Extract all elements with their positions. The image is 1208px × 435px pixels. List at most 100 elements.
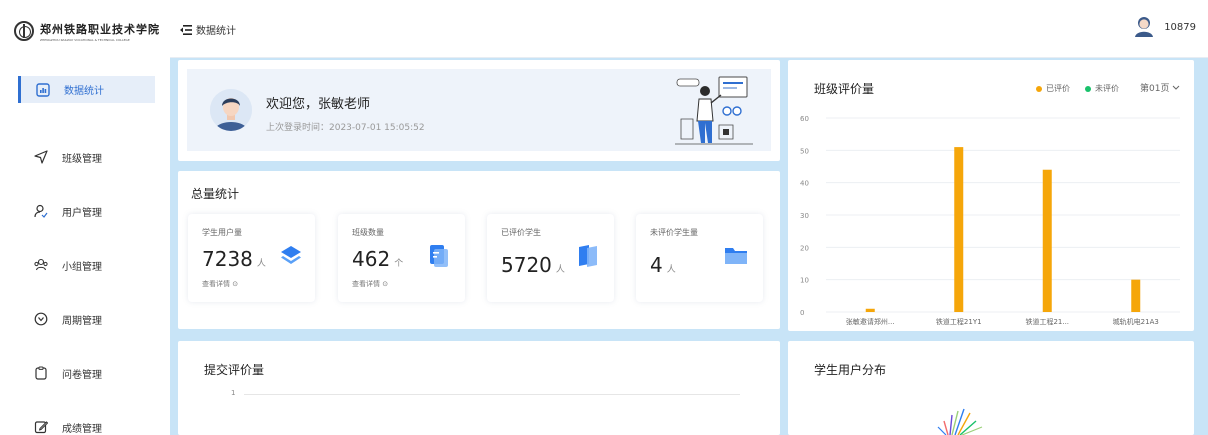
user-menu[interactable]: 10879: [1134, 16, 1196, 38]
sidebar-item-label: 成绩管理: [62, 423, 102, 435]
class-evaluation-card: 班级评价量 已评价 未评价 第01页 0 10 20 30 40 50 60 张敏邀请郑州..…: [788, 60, 1194, 331]
school-name: 郑州铁路职业技术学院: [40, 22, 160, 36]
stat-unit: 人: [666, 265, 676, 275]
bar: [1131, 279, 1141, 312]
class-chart-title: 班级评价量: [814, 82, 875, 96]
class-evaluation-chart: 0 10 20 30 40 50 60 张敏邀请郑州... 铁道工程21Y1 铁道工程21... 城…: [800, 115, 1180, 326]
last-login-time: 上次登录时间：2023-07-01 15:05:52: [266, 123, 425, 133]
y-tick-label: 10: [800, 277, 809, 285]
totals-title: 总量统计: [191, 187, 240, 201]
school-name-en: ZHENGZHOU RAILWAY VOCATIONAL & TECHNICAL…: [40, 37, 130, 42]
sidebar-item-label: 周期管理: [62, 315, 102, 327]
bar: [954, 147, 964, 312]
distribution-graphic: [937, 408, 983, 435]
stat-unit: 个: [394, 259, 404, 269]
legend-label: 已评价: [1046, 84, 1070, 93]
page-select-value: 第01页: [1140, 84, 1170, 94]
sidebar-item-label: 数据统计: [64, 86, 104, 97]
menu-fold-icon[interactable]: [180, 24, 192, 35]
stat-number: 5720: [501, 253, 552, 277]
view-details-link[interactable]: 查看详情 ⊙: [352, 279, 388, 289]
sidebar-item-grades[interactable]: 成绩管理: [18, 400, 155, 435]
folder-icon: [725, 248, 747, 264]
y-tick-label: 0: [800, 309, 804, 317]
sidebar-item-data-stats[interactable]: 数据统计: [18, 76, 155, 103]
group-icon: [34, 258, 48, 272]
sidebar-item-user[interactable]: 用户管理: [18, 184, 155, 238]
stat-card-rated: 已评价学生 5720 人: [487, 214, 614, 302]
book-icon: [579, 245, 597, 267]
stat-value: 4人: [650, 253, 676, 277]
dashboard-illustration: [675, 76, 753, 145]
username: 10879: [1164, 21, 1196, 33]
user-icon: [34, 204, 48, 218]
stat-label: 班级数量: [352, 228, 384, 237]
sidebar-menu: 数据统计 班级管理 用户管理 小组管理 周期管理 问卷管理 成绩管理: [18, 76, 155, 435]
y-tick-label: 50: [800, 147, 809, 155]
y-tick-label: 60: [800, 115, 809, 123]
legend-dot: [1036, 85, 1042, 92]
avatar[interactable]: [1134, 16, 1154, 38]
stat-card-unrated: 未评价学生量 4人: [636, 214, 763, 302]
school-emblem-icon: [14, 21, 34, 41]
top-bar: 数据统计 10879: [170, 0, 1208, 58]
clipboard-icon: [34, 366, 48, 380]
y-tick-label: 40: [800, 180, 809, 188]
totals-card: 总量统计 学生用户量 7238 人 查看详情 ⊙ 班级数量 462 个 查看详情 ⊙…: [178, 171, 780, 329]
legend-item-rated[interactable]: 已评价: [1036, 83, 1070, 94]
distribution-title: 学生用户分布: [814, 363, 887, 377]
sidebar-item-class[interactable]: 班级管理: [18, 130, 155, 184]
chevron-down-icon: [1172, 85, 1180, 90]
legend-label: 未评价: [1095, 84, 1119, 93]
y-tick-label: 20: [800, 244, 809, 252]
stat-unit: 人: [256, 259, 266, 269]
sidebar: 郑州铁路职业技术学院 ZHENGZHOU RAILWAY VOCATIONAL …: [0, 0, 170, 435]
bar: [1042, 169, 1052, 312]
legend-dot: [1085, 85, 1091, 92]
document-icon: [430, 245, 448, 267]
sidebar-item-label: 用户管理: [62, 207, 102, 219]
submit-chart-title: 提交评价量: [204, 363, 265, 377]
gridline: [244, 394, 740, 395]
stat-value: 5720 人: [501, 253, 565, 277]
breadcrumb-current: 数据统计: [196, 26, 236, 37]
send-icon: [34, 150, 48, 164]
sidebar-item-label: 班级管理: [62, 153, 102, 165]
sidebar-item-cycle[interactable]: 周期管理: [18, 292, 155, 346]
stat-card-classes: 班级数量 462 个 查看详情 ⊙: [338, 214, 465, 302]
welcome-greeting: 欢迎您，张敏老师: [266, 97, 371, 112]
teacher-avatar: [210, 89, 252, 131]
stat-value: 462 个: [352, 247, 403, 271]
x-tick-label: 张敏邀请郑州...: [846, 317, 895, 326]
sidebar-item-label: 问卷管理: [62, 369, 102, 381]
stat-unit: 人: [555, 265, 565, 275]
x-tick-label: 城轨机电21A3: [1113, 317, 1159, 326]
stat-card-students: 学生用户量 7238 人 查看详情 ⊙: [188, 214, 315, 302]
stat-number: 462: [352, 247, 391, 271]
sidebar-item-survey[interactable]: 问卷管理: [18, 346, 155, 400]
stat-label: 已评价学生: [501, 228, 541, 237]
page-select[interactable]: 第01页: [1140, 81, 1180, 94]
stat-number: 7238: [202, 247, 253, 271]
sidebar-item-group[interactable]: 小组管理: [18, 238, 155, 292]
stat-label: 未评价学生量: [650, 228, 698, 237]
submit-evaluation-card: 提交评价量 1: [178, 341, 780, 435]
stat-number: 4: [650, 253, 663, 277]
y-tick-label: 30: [800, 212, 809, 220]
layers-icon: [281, 246, 301, 264]
y-tick-label: 1: [231, 389, 236, 397]
x-tick-label: 铁道工程21Y1: [936, 317, 982, 326]
sidebar-item-label: 小组管理: [62, 261, 102, 273]
bar: [865, 308, 875, 312]
view-details-link[interactable]: 查看详情 ⊙: [202, 279, 238, 289]
x-tick-label: 铁道工程21...: [1025, 317, 1069, 326]
chart-icon: [36, 82, 50, 97]
breadcrumb: 数据统计: [180, 22, 236, 37]
stat-value: 7238 人: [202, 247, 266, 271]
edit-icon: [34, 420, 48, 434]
stat-label: 学生用户量: [202, 228, 242, 237]
school-logo: 郑州铁路职业技术学院 ZHENGZHOU RAILWAY VOCATIONAL …: [14, 20, 164, 42]
legend-item-unrated[interactable]: 未评价: [1085, 83, 1119, 94]
cycle-icon: [34, 312, 48, 326]
welcome-card: 欢迎您，张敏老师 上次登录时间：2023-07-01 15:05:52: [178, 60, 780, 161]
